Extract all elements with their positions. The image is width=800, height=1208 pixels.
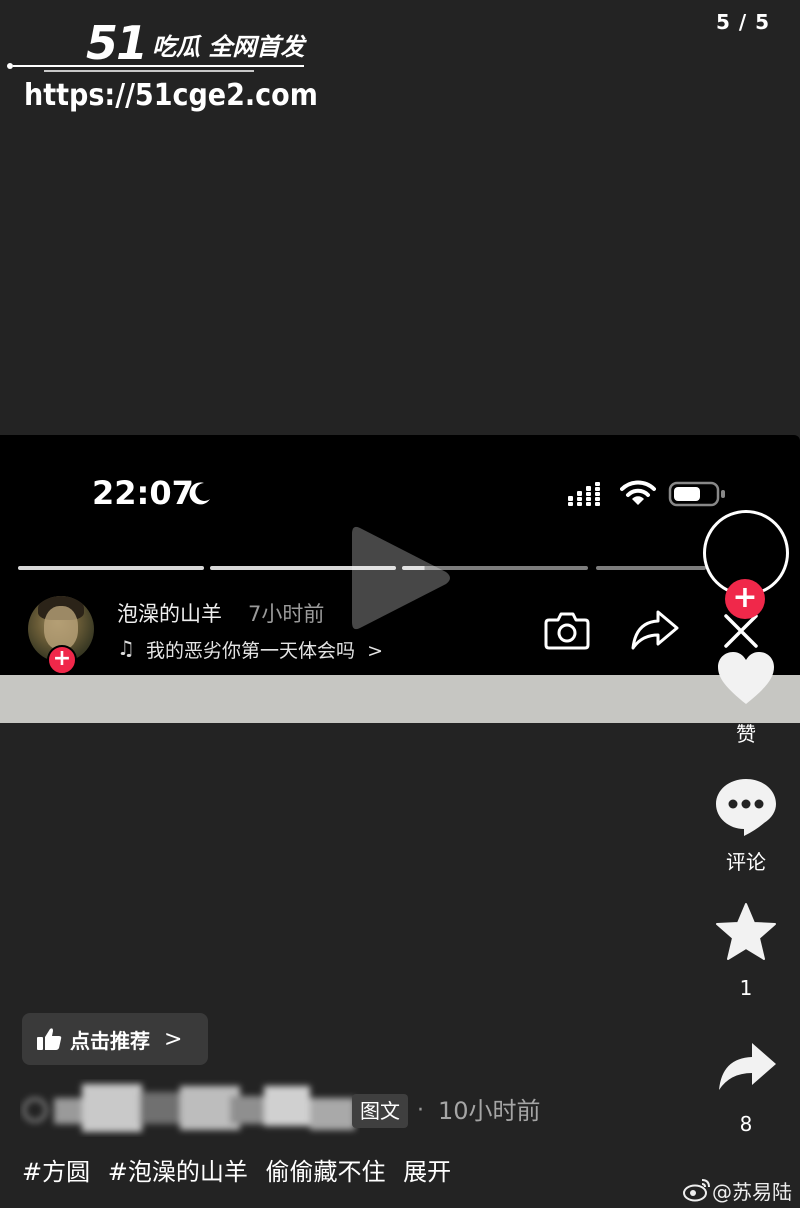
share-icon[interactable] — [630, 608, 680, 652]
comment-icon[interactable] — [714, 776, 778, 838]
thumbs-up-icon — [37, 1028, 62, 1050]
battery-icon — [668, 481, 725, 507]
music-note-icon: ♫ — [117, 636, 135, 660]
hashtag-link[interactable]: #泡澡的山羊 — [108, 1158, 248, 1186]
signal-icon — [568, 482, 600, 506]
music-title-text: 我的恶劣你第一天体会吗 — [146, 640, 356, 662]
music-title[interactable]: 我的恶劣你第一天体会吗 > — [146, 636, 383, 663]
share-arrow-icon[interactable] — [716, 1040, 778, 1094]
expand-link[interactable]: 展开 — [403, 1158, 451, 1186]
source-watermark-handle: @苏易陆 — [712, 1180, 792, 1204]
like-label: 赞 — [736, 722, 756, 746]
music-chevron: > — [367, 640, 383, 662]
embedded-image-strip — [0, 675, 800, 723]
recommend-label: 点击推荐 — [70, 1028, 150, 1053]
status-clock: 22:07 — [92, 474, 194, 512]
heart-icon[interactable] — [716, 650, 776, 706]
meta-separator: · — [417, 1098, 424, 1123]
comment-label: 评论 — [726, 850, 766, 874]
favorite-count: 1 — [739, 976, 753, 1000]
blurred-author-handle — [22, 1084, 355, 1132]
post-time: 10小时前 — [438, 1097, 541, 1125]
page-counter: 5 / 5 — [715, 10, 770, 34]
share-count: 8 — [739, 1112, 753, 1136]
watermark-logo-tagline: 吃瓜 全网首发 — [152, 33, 305, 61]
moon-icon — [189, 482, 210, 505]
weibo-logo-icon — [683, 1179, 710, 1202]
author-name[interactable]: 泡澡的山羊 — [117, 598, 222, 628]
story-progress-segment — [18, 566, 204, 570]
watermark-circuit-lines — [7, 63, 304, 72]
play-icon[interactable] — [346, 518, 456, 638]
camera-icon[interactable] — [544, 610, 590, 650]
caption-text: 偷偷藏不住 — [265, 1158, 386, 1186]
author-follow-icon[interactable]: + — [47, 645, 77, 675]
story-progress-segment — [596, 566, 706, 570]
post-type-badge: 图文 — [352, 1094, 408, 1128]
recommend-button[interactable]: 点击推荐 > — [22, 1013, 208, 1065]
watermark-logo: 51 吃瓜 全网首发 — [86, 14, 304, 66]
follow-plus-icon[interactable]: + — [725, 579, 765, 619]
wifi-icon — [620, 480, 656, 505]
author-posted-ago: 7小时前 — [248, 602, 325, 626]
watermark-url: https://51cge2.com — [24, 78, 318, 113]
recommend-chevron: > — [164, 1026, 183, 1052]
hashtag-link[interactable]: #方圆 — [22, 1158, 90, 1186]
post-caption: #方圆 #泡澡的山羊 偷偷藏不住 展开 — [22, 1152, 461, 1187]
star-icon[interactable] — [715, 902, 777, 962]
